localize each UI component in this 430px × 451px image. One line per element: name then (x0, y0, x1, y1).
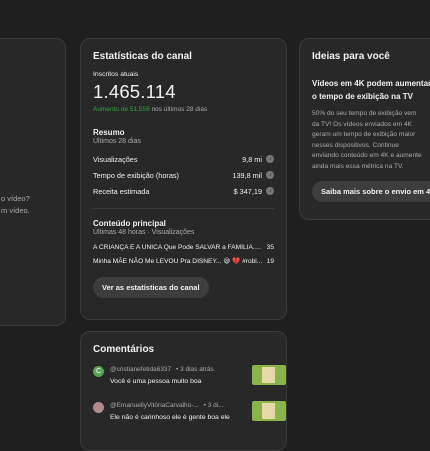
video-thumbnail[interactable] (252, 365, 286, 385)
growth-highlight: Aumento de 51.559 (93, 106, 150, 113)
ideas-heading-text: Vídeos em 4K podem aumentar o tempo de e… (312, 79, 430, 101)
growth-period: nos últimos 28 dias (151, 106, 208, 113)
avatar[interactable] (93, 402, 104, 413)
metric-value: 9,8 mi (242, 154, 262, 164)
comment-item[interactable]: @EmanuellyVitóriaCarvalho-... • 3 di... … (93, 401, 286, 438)
down-arrow-icon[interactable]: ↓ (266, 171, 274, 179)
summary-section: Resumo Últimos 28 dias Visualizações 9,8… (93, 128, 274, 199)
top-content-item[interactable]: A CRIANÇA É A ÚNICA Que Pode SALVAR a FA… (93, 240, 274, 254)
down-arrow-icon[interactable]: ↓ (266, 155, 274, 163)
comment-item[interactable]: C @cristianefetida6337 • 3 dias atrás Vo… (93, 365, 286, 402)
ideas-card: Ideias para você Vídeos em 4K podem aume… (299, 38, 430, 220)
top-content-title: Conteúdo principal (93, 219, 166, 228)
metric-value: $ 347,19 (233, 186, 262, 196)
metric-label: Tempo de exibição (horas) (93, 170, 179, 180)
subscribers-label: Inscritos atuais (93, 71, 139, 78)
ideas-title: Ideias para você (312, 51, 390, 62)
left-card-snippet-2: m vídeo. (1, 206, 30, 215)
metric-row-watch-time: Tempo de exibição (horas) 139,8 mil ↓ (93, 167, 274, 183)
avatar[interactable]: C (93, 366, 104, 377)
top-content-period: Últimas 48 horas · Visualizações (93, 229, 195, 236)
left-card-snippet-1: o vídeo? (1, 194, 30, 203)
content-views: 19 (266, 257, 274, 265)
comment-time: • 3 dias atrás (175, 366, 214, 373)
comment-text: Ele não é carinhoso ele é gente boa ele (110, 414, 230, 421)
ideas-body: 50% do seu tempo de exibição vem da TV! … (312, 110, 422, 170)
channel-stats-card: Estatísticas do canal Inscritos atuais 1… (80, 38, 287, 320)
comment-text: Você é uma pessoa muito boa (110, 378, 202, 385)
content-title[interactable]: A CRIANÇA É A ÚNICA Que Pode SALVAR a FA… (93, 244, 263, 251)
summary-period: Últimos 28 dias (93, 138, 141, 145)
left-card: o vídeo? m vídeo. (0, 38, 66, 326)
view-channel-analytics-button[interactable]: Ver as estatísticas do canal (93, 277, 209, 298)
comments-title: Comentários (93, 344, 155, 355)
comment-time: • 3 di... (203, 402, 224, 409)
metric-label: Receita estimada (93, 186, 150, 196)
metric-value: 139,8 mil (232, 170, 262, 180)
video-thumbnail[interactable] (252, 401, 286, 421)
comment-author: @cristianefetida6337 • 3 dias atrás (110, 366, 214, 373)
metric-row-views: Visualizações 9,8 mi ↓ (93, 151, 274, 167)
learn-more-4k-button[interactable]: Saiba mais sobre o envio em 4K (312, 181, 430, 202)
subscribers-growth: Aumento de 51.559 nos últimos 28 dias (93, 106, 274, 113)
divider (93, 208, 274, 209)
stats-title: Estatísticas do canal (93, 51, 192, 62)
comment-author-name[interactable]: @cristianefetida6337 (110, 366, 171, 373)
metric-row-revenue: Receita estimada $ 347,19 ↓ (93, 183, 274, 199)
comment-author-name[interactable]: @EmanuellyVitóriaCarvalho-... (110, 402, 199, 409)
top-content-section: Conteúdo principal Últimas 48 horas · Vi… (93, 219, 274, 268)
down-arrow-icon[interactable]: ↓ (266, 187, 274, 195)
content-title[interactable]: Minha MÃE NÃO Me LEVOU Pra DISNEY... 😪 💔… (93, 257, 262, 265)
metric-label: Visualizações (93, 154, 138, 164)
comments-card: Comentários C @cristianefetida6337 • 3 d… (80, 331, 287, 451)
content-views: 35 (266, 243, 274, 251)
comment-author: @EmanuellyVitóriaCarvalho-... • 3 di... (110, 402, 224, 409)
summary-title: Resumo (93, 128, 125, 137)
subscribers-count: 1.465.114 (93, 81, 176, 102)
ideas-heading: Vídeos em 4K podem aumentar o tempo de e… (312, 77, 430, 103)
top-content-item[interactable]: Minha MÃE NÃO Me LEVOU Pra DISNEY... 😪 💔… (93, 254, 274, 268)
